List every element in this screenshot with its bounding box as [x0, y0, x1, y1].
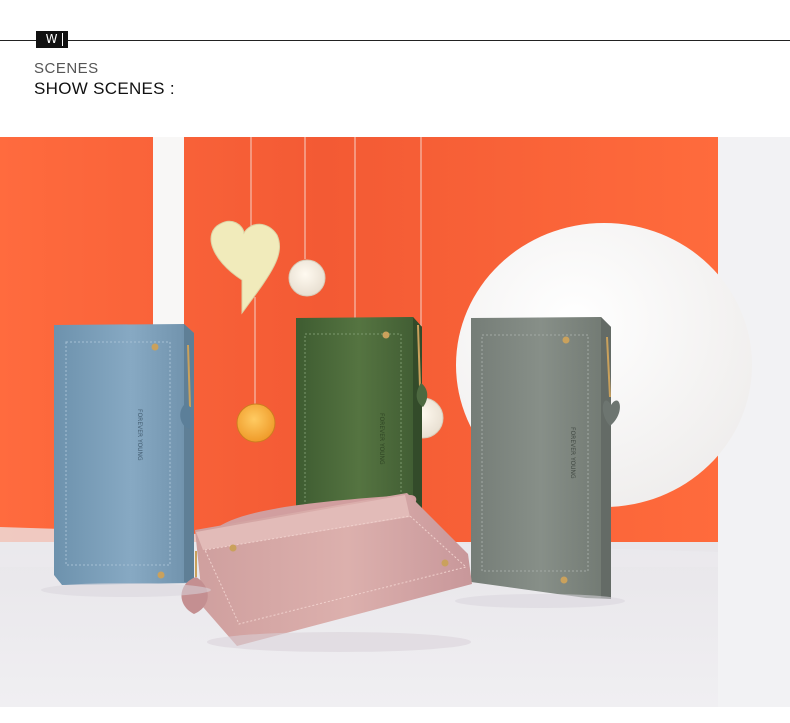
product-scenes-page: W SCENES SHOW SCENES : FOREVER YOUNG FOR… [0, 0, 790, 723]
product-scene-photo: FOREVER YOUNG FOREVER YOUNG FOREVER YOUN… [0, 137, 790, 707]
gray-wallet: FOREVER YOUNG [471, 317, 620, 599]
cream-yarn-ball-top [288, 259, 326, 297]
top-divider [0, 40, 790, 41]
section-title: SHOW SCENES : [34, 79, 175, 98]
pink-wallet-shadow [207, 632, 471, 652]
orange-yarn-ball-left [236, 403, 276, 443]
blue-wallet-brand-text: FOREVER YOUNG [136, 409, 143, 461]
gray-wallet-shadow [455, 594, 625, 608]
blue-wallet-shadow [41, 583, 211, 597]
blue-wallet: FOREVER YOUNG [54, 324, 195, 585]
scene-illustration: FOREVER YOUNG FOREVER YOUNG FOREVER YOUN… [0, 137, 790, 707]
green-wallet-brand-text: FOREVER YOUNG [378, 413, 385, 465]
brand-badge-letter: W [45, 32, 59, 46]
brand-badge-bar [62, 33, 63, 46]
brand-badge: W [36, 31, 68, 48]
gray-wallet-brand-text: FOREVER YOUNG [569, 427, 576, 479]
section-eyebrow: SCENES [34, 60, 99, 77]
